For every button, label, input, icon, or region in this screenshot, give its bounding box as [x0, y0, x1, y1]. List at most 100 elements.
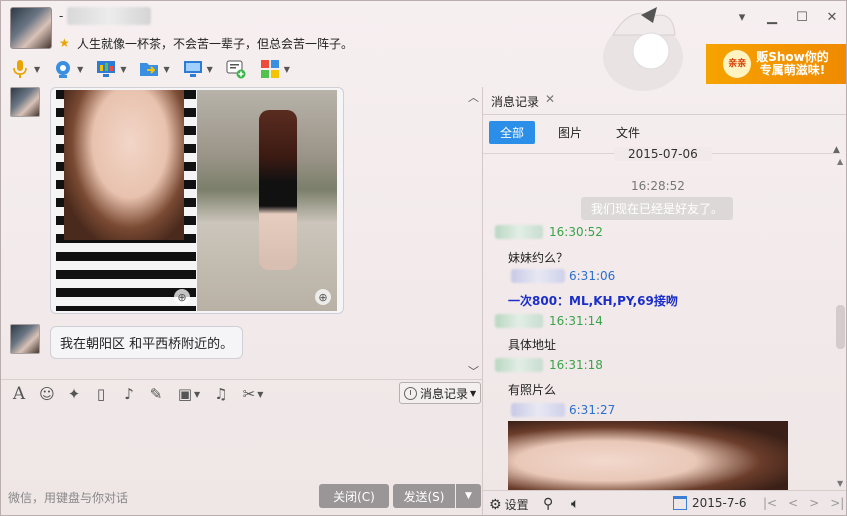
voice-message-icon[interactable]: ♪ — [119, 384, 139, 404]
zoom-icon[interactable]: ⊕ — [315, 289, 331, 305]
close-icon[interactable]: ✕ — [545, 92, 555, 106]
video-call-button[interactable]: ▼ — [52, 58, 83, 80]
system-message: 我们现在已经是好友了。 — [581, 197, 734, 220]
collapse-down-icon[interactable]: ﹀ — [468, 363, 479, 379]
menu-dropdown-icon[interactable]: ▾ — [734, 9, 750, 25]
filter-all[interactable]: 全部 — [489, 121, 536, 144]
scroll-up-icon[interactable]: ▲ — [837, 157, 843, 166]
scrollbar-thumb[interactable] — [836, 305, 845, 349]
history-panel: 消息记录 ✕ 全部 图片 文件 2015-07-06 ▲ 16:28:52 我们… — [483, 87, 846, 515]
chevron-down-icon[interactable]: ▼ — [120, 65, 126, 74]
webcam-icon — [52, 58, 74, 80]
ad-logo: 亲亲 — [723, 50, 752, 78]
contact-avatar[interactable] — [10, 7, 52, 49]
screen-capture-button[interactable]: ▼ — [182, 58, 213, 80]
message-time: 16:30:52 — [549, 225, 603, 239]
voice-call-button[interactable]: ▼ — [9, 58, 40, 80]
chat-window: - ★ 人生就像一杯茶，不会苦一辈子，但总会苦一阵子。 ▾ ▁ ☐ ✕ ▼ ▼ … — [0, 0, 847, 516]
chat-photo[interactable]: ⊕ — [197, 90, 337, 311]
avatar[interactable] — [10, 87, 40, 117]
close-icon[interactable]: ✕ — [824, 9, 840, 25]
zoom-icon[interactable]: ⊕ — [174, 289, 190, 305]
contact-name-prefix: - — [59, 9, 64, 23]
folder-icon — [138, 58, 160, 80]
clock-icon — [404, 386, 417, 400]
chat-photo[interactable]: ⊕ — [56, 90, 196, 311]
next-page-icon[interactable]: > — [809, 496, 819, 510]
music-icon[interactable]: ♫ — [211, 384, 231, 404]
contact-signature: 人生就像一杯茶，不会苦一辈子，但总会苦一阵子。 — [77, 37, 354, 51]
message-time: 16:31:14 — [549, 314, 603, 328]
prev-page-icon[interactable]: < — [788, 496, 798, 510]
maximize-icon[interactable]: ☐ — [794, 9, 810, 25]
monitor-icon — [182, 58, 204, 80]
avatar[interactable] — [10, 324, 40, 354]
settings-label: 设置 — [504, 498, 529, 512]
window-controls: ▾ ▁ ☐ ✕ — [734, 9, 840, 25]
date-picker[interactable]: 2015-7-6 — [673, 496, 746, 510]
settings-button[interactable]: ⚙ 设置 — [489, 496, 529, 513]
close-button[interactable]: 关闭(C) — [319, 484, 389, 508]
magic-wand-icon[interactable]: ✦ — [64, 384, 84, 404]
chevron-down-icon: ▼ — [470, 388, 477, 398]
sender-name-redacted — [495, 225, 543, 239]
scroll-down-icon[interactable]: ▼ — [837, 479, 843, 488]
contact-name-redacted — [67, 7, 151, 25]
message-text: 有照片么 — [508, 383, 557, 397]
collapse-up-icon[interactable]: ︿ — [468, 89, 479, 105]
sender-name-redacted — [511, 269, 565, 283]
date-picker-value: 2015-7-6 — [692, 496, 747, 510]
collapse-icon[interactable]: ▲ — [833, 145, 840, 155]
message-history-button[interactable]: 消息记录 ▼ — [399, 382, 481, 404]
sender-name-redacted — [495, 358, 543, 372]
star-icon: ★ — [59, 36, 70, 50]
message-text: 具体地址 — [508, 338, 557, 352]
minimize-icon[interactable]: ▁ — [764, 9, 780, 25]
send-file-button[interactable]: ▼ — [138, 58, 170, 80]
send-image-icon[interactable]: ▣ ▼ — [173, 384, 205, 404]
microphone-icon — [9, 58, 31, 80]
history-filter-tabs: 全部 图片 文件 — [489, 121, 651, 144]
emoji-icon[interactable]: ☺ — [37, 384, 57, 404]
filter-images[interactable]: 图片 — [547, 121, 593, 144]
date-separator: 2015-07-06 — [614, 147, 712, 161]
chevron-down-icon[interactable]: ▼ — [284, 65, 290, 74]
last-page-icon[interactable]: >| — [830, 496, 844, 510]
message-text: 一次800：ML,KH,PY,69接吻 — [508, 294, 678, 308]
chevron-down-icon[interactable]: ▼ — [77, 65, 83, 74]
speaker-icon[interactable]: 🔈︎ — [571, 496, 579, 512]
apps-button[interactable]: ▼ — [259, 58, 290, 80]
text-message-bubble: 我在朝阳区 和平西桥附近的。 — [50, 326, 244, 359]
chevron-down-icon[interactable]: ▼ — [163, 65, 169, 74]
chevron-down-icon[interactable]: ▼ — [34, 65, 40, 74]
history-message-list[interactable]: 16:28:52 我们现在已经是好友了。 16:30:52 妹妹约么？ 6:31… — [483, 163, 835, 490]
chat-message-area[interactable]: ⊕ ⊕ 我在朝阳区 和平西桥附近的。 — [1, 87, 482, 377]
font-icon[interactable]: A — [9, 384, 29, 404]
top-toolbar: ▼ ▼ ▼ ▼ ▼ ▼ — [9, 57, 302, 81]
ad-text: 贩Show你的 专属萌滋味! — [756, 51, 829, 77]
ad-banner[interactable]: 亲亲 贩Show你的 专属萌滋味! — [706, 44, 846, 84]
edit-icon[interactable]: ✎ — [146, 384, 166, 404]
history-photo[interactable] — [508, 421, 788, 490]
remote-assist-button[interactable]: ▼ — [95, 58, 126, 80]
shake-window-icon[interactable]: ▯ — [91, 384, 111, 404]
apps-grid-icon — [259, 58, 281, 80]
send-button[interactable]: 发送(S) — [393, 484, 455, 508]
tab-message-history[interactable]: 消息记录 — [491, 93, 539, 110]
create-discussion-button[interactable] — [225, 58, 247, 80]
history-footer: ⚙ 设置 ⚲ 🔈︎ 2015-7-6 |< < > >| — [483, 490, 846, 515]
divider — [483, 114, 846, 115]
sender-name-redacted — [511, 403, 565, 417]
search-icon[interactable]: ⚲ — [543, 496, 553, 512]
photo-content — [64, 90, 184, 240]
add-chat-icon — [225, 58, 247, 80]
filter-files[interactable]: 文件 — [605, 121, 651, 144]
first-page-icon[interactable]: |< — [763, 496, 777, 510]
message-history-label: 消息记录 — [420, 386, 469, 401]
calendar-icon — [673, 496, 687, 510]
scissors-icon[interactable]: ✂ ▼ — [237, 384, 269, 404]
chevron-down-icon[interactable]: ▼ — [207, 65, 213, 74]
send-options-button[interactable]: ▼ — [456, 484, 481, 508]
history-pagination: |< < > >| — [763, 496, 844, 510]
message-input[interactable] — [1, 407, 482, 483]
